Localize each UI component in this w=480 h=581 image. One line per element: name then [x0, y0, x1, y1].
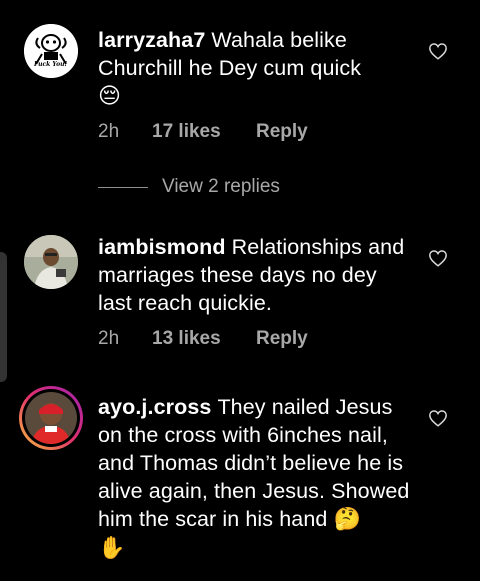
comment-text: iambismond Relationships and marriages th… — [98, 233, 410, 317]
comment-meta: 2h 13 likes Reply — [98, 328, 308, 350]
reply-button[interactable]: Reply — [256, 328, 308, 350]
person-photo-avatar-icon — [25, 392, 77, 444]
heart-like-icon[interactable] — [428, 42, 448, 60]
avatar[interactable]: Fuck You! — [24, 24, 78, 78]
view-replies-link[interactable]: View 2 replies — [98, 176, 280, 198]
comment-username[interactable]: iambismond — [98, 235, 226, 259]
avatar[interactable] — [24, 235, 78, 289]
avatar-story-ring[interactable] — [19, 386, 83, 450]
comment-time: 2h — [98, 121, 120, 142]
likes-count-link[interactable]: 13 likes — [152, 328, 256, 350]
thinking-face-emoji-icon: 🤔 — [333, 507, 362, 532]
reply-button[interactable]: Reply — [256, 121, 308, 143]
comment-username[interactable]: larryzaha7 — [98, 28, 205, 52]
side-scroll-tab[interactable] — [0, 252, 7, 382]
heart-like-icon[interactable] — [428, 249, 448, 267]
raised-hand-emoji-icon: ✋ — [98, 536, 126, 561]
avatar-caption: Fuck You! — [34, 61, 68, 68]
comment-text: larryzaha7 Wahala belike Churchill he Dey… — [98, 26, 410, 111]
view-replies-label: View 2 replies — [162, 176, 280, 197]
person-photo-avatar-icon — [24, 235, 78, 289]
comment-text: ayo.j.cross They nailed Jesus on the cros… — [98, 393, 410, 563]
likes-count-link[interactable]: 17 likes — [152, 121, 256, 143]
cartoon-avatar-icon — [24, 24, 78, 78]
comment-username[interactable]: ayo.j.cross — [98, 395, 211, 419]
divider-line — [98, 186, 148, 188]
comment-meta: 2h 17 likes Reply — [98, 121, 308, 143]
heart-like-icon[interactable] — [428, 409, 448, 427]
comment-time: 2h — [98, 328, 120, 349]
pensive-face-emoji-icon: 😔 — [98, 84, 122, 109]
